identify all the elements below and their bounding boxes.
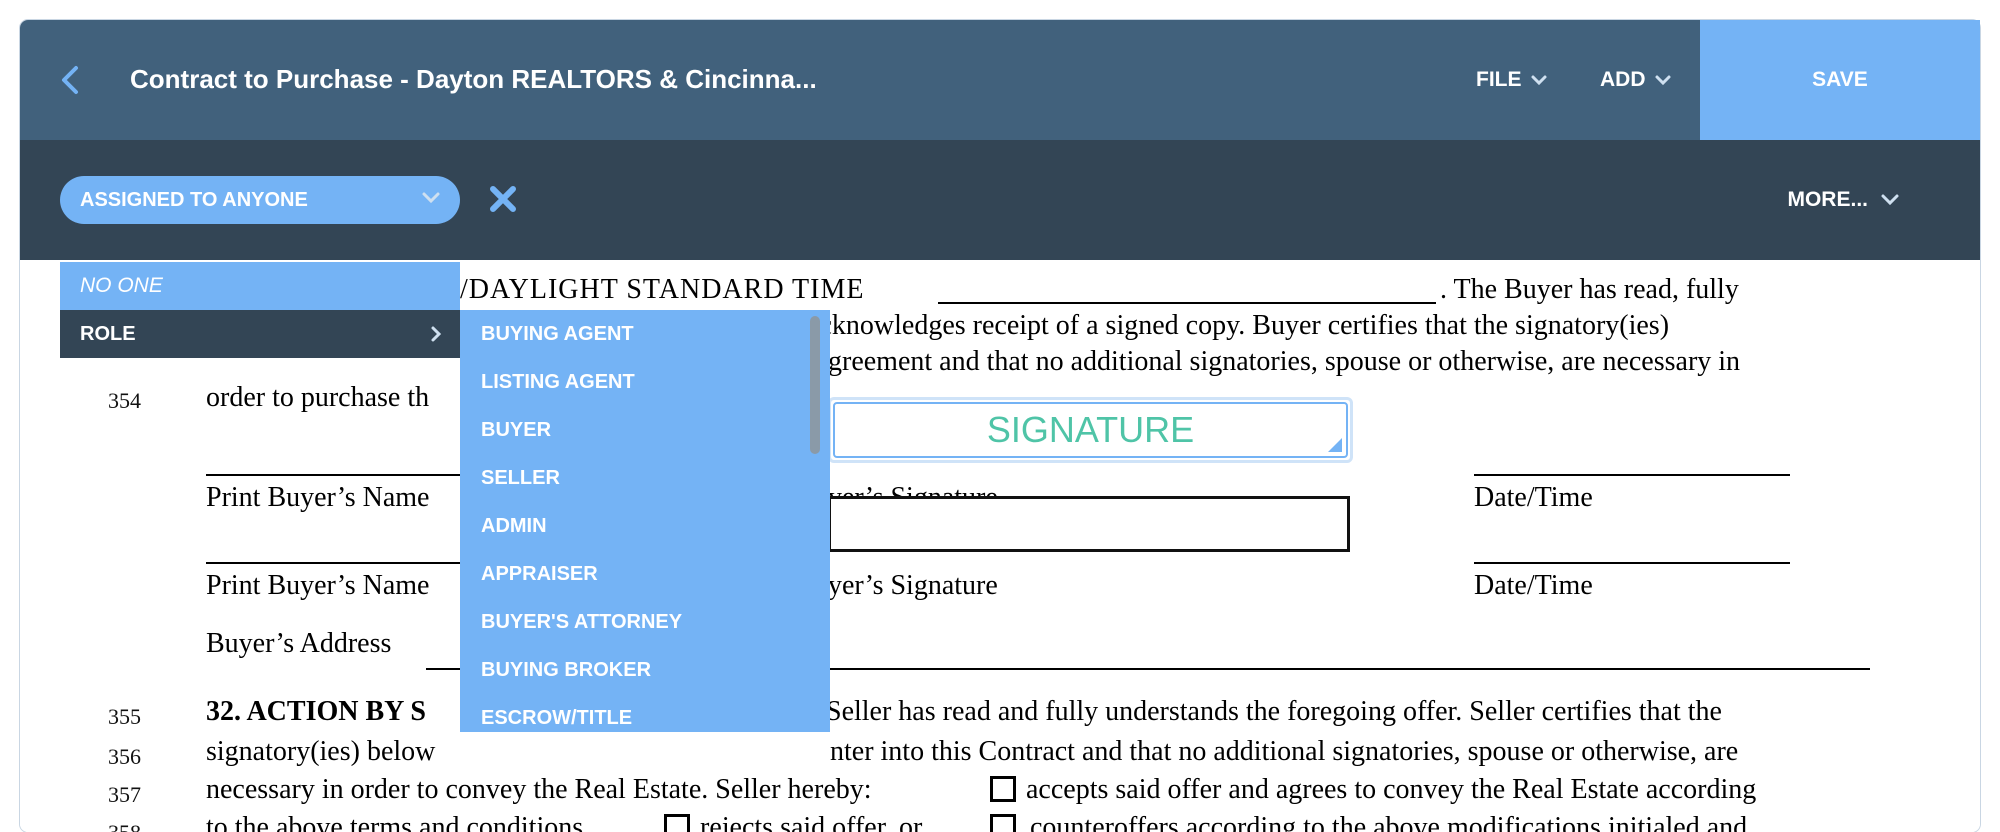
more-menu[interactable]: MORE... (1787, 188, 1900, 212)
add-menu-label: ADD (1600, 68, 1646, 91)
role-option[interactable]: SELLER (460, 454, 830, 502)
role-option[interactable]: BUYING AGENT (460, 310, 830, 358)
role-option[interactable]: BUYING BROKER (460, 646, 830, 694)
doc-text: to the above terms and conditions, (206, 812, 591, 832)
doc-underline (206, 474, 466, 476)
chevron-down-icon (1531, 75, 1546, 86)
doc-underline (1474, 562, 1790, 564)
doc-text: necessary in order to convey the Real Es… (206, 774, 872, 805)
signature-box[interactable] (828, 496, 1350, 552)
accept-checkbox[interactable] (990, 776, 1016, 802)
date-label: Date/Time (1474, 482, 1593, 513)
role-option[interactable]: BUYER'S ATTORNEY (460, 598, 830, 646)
add-menu[interactable]: ADD (1600, 68, 1672, 92)
back-chevron-icon[interactable] (50, 58, 94, 102)
role-option[interactable]: BUYER (460, 406, 830, 454)
doc-text: greement and that no additional signator… (828, 346, 1741, 377)
close-x-icon[interactable] (486, 182, 520, 216)
print-name-label: Print Buyer’s Name (206, 570, 430, 601)
submenu-scrollbar[interactable] (810, 316, 820, 454)
role-option[interactable]: LISTING AGENT (460, 358, 830, 406)
signature-field-label: SIGNATURE (986, 409, 1195, 450)
assignee-dropdown-menu: NO ONE ROLE (60, 262, 460, 358)
doc-text: counteroffers according to the above mod… (1030, 812, 1748, 832)
doc-underline (938, 302, 1436, 304)
doc-text: /DAYLIGHT STANDARD TIME (460, 274, 865, 305)
section-heading: 32. ACTION BY S (206, 696, 426, 727)
resize-handle-icon[interactable] (1328, 438, 1342, 452)
chevron-right-icon (431, 326, 442, 342)
reject-checkbox[interactable] (664, 814, 690, 832)
chevron-down-icon (1881, 194, 1899, 206)
doc-text: signatory(ies) below (206, 736, 436, 767)
date-label: Date/Time (1474, 570, 1593, 601)
doc-text: accepts said offer and agrees to convey … (1026, 774, 1757, 805)
assigned-filter-dropdown[interactable]: ASSIGNED TO ANYONE (60, 176, 460, 224)
role-option[interactable]: APPRAISER (460, 550, 830, 598)
chevron-down-icon (422, 192, 440, 204)
signature-label: yer’s Signature (828, 570, 998, 601)
menu-item-no-one[interactable]: NO ONE (60, 262, 460, 310)
print-name-label: Print Buyer’s Name (206, 482, 430, 513)
line-number: 355 (108, 704, 141, 729)
role-submenu: BUYING AGENT LISTING AGENT BUYER SELLER … (460, 310, 830, 732)
file-menu[interactable]: FILE (1476, 68, 1548, 92)
line-number: 356 (108, 744, 141, 769)
menu-item-role[interactable]: ROLE (60, 310, 460, 358)
line-number: 354 (108, 388, 141, 413)
document-title: Contract to Purchase - Dayton REALTORS &… (130, 64, 817, 94)
doc-underline (206, 562, 466, 564)
more-menu-label: MORE... (1787, 188, 1868, 211)
doc-text: . The Buyer has read, fully (1440, 274, 1739, 305)
file-menu-label: FILE (1476, 68, 1522, 91)
doc-text: Seller has read and fully understands th… (826, 696, 1722, 727)
signature-field[interactable]: SIGNATURE (828, 397, 1353, 463)
chevron-down-icon (1655, 75, 1670, 86)
role-option[interactable]: ESCROW/TITLE (460, 694, 830, 732)
doc-text: rejects said offer, or (700, 812, 923, 832)
line-number: 358 (108, 820, 141, 832)
counteroffer-checkbox[interactable] (990, 814, 1016, 832)
role-option[interactable]: ADMIN (460, 502, 830, 550)
assigned-filter-label: ASSIGNED TO ANYONE (80, 188, 308, 211)
doc-underline (1474, 474, 1790, 476)
doc-text: order to purchase th (206, 382, 430, 413)
line-number: 357 (108, 782, 141, 807)
save-button[interactable]: SAVE (1700, 20, 1980, 140)
menu-item-role-label: ROLE (80, 322, 136, 345)
doc-text: nter into this Contract and that no addi… (830, 736, 1739, 767)
address-label: Buyer’s Address (206, 628, 392, 659)
